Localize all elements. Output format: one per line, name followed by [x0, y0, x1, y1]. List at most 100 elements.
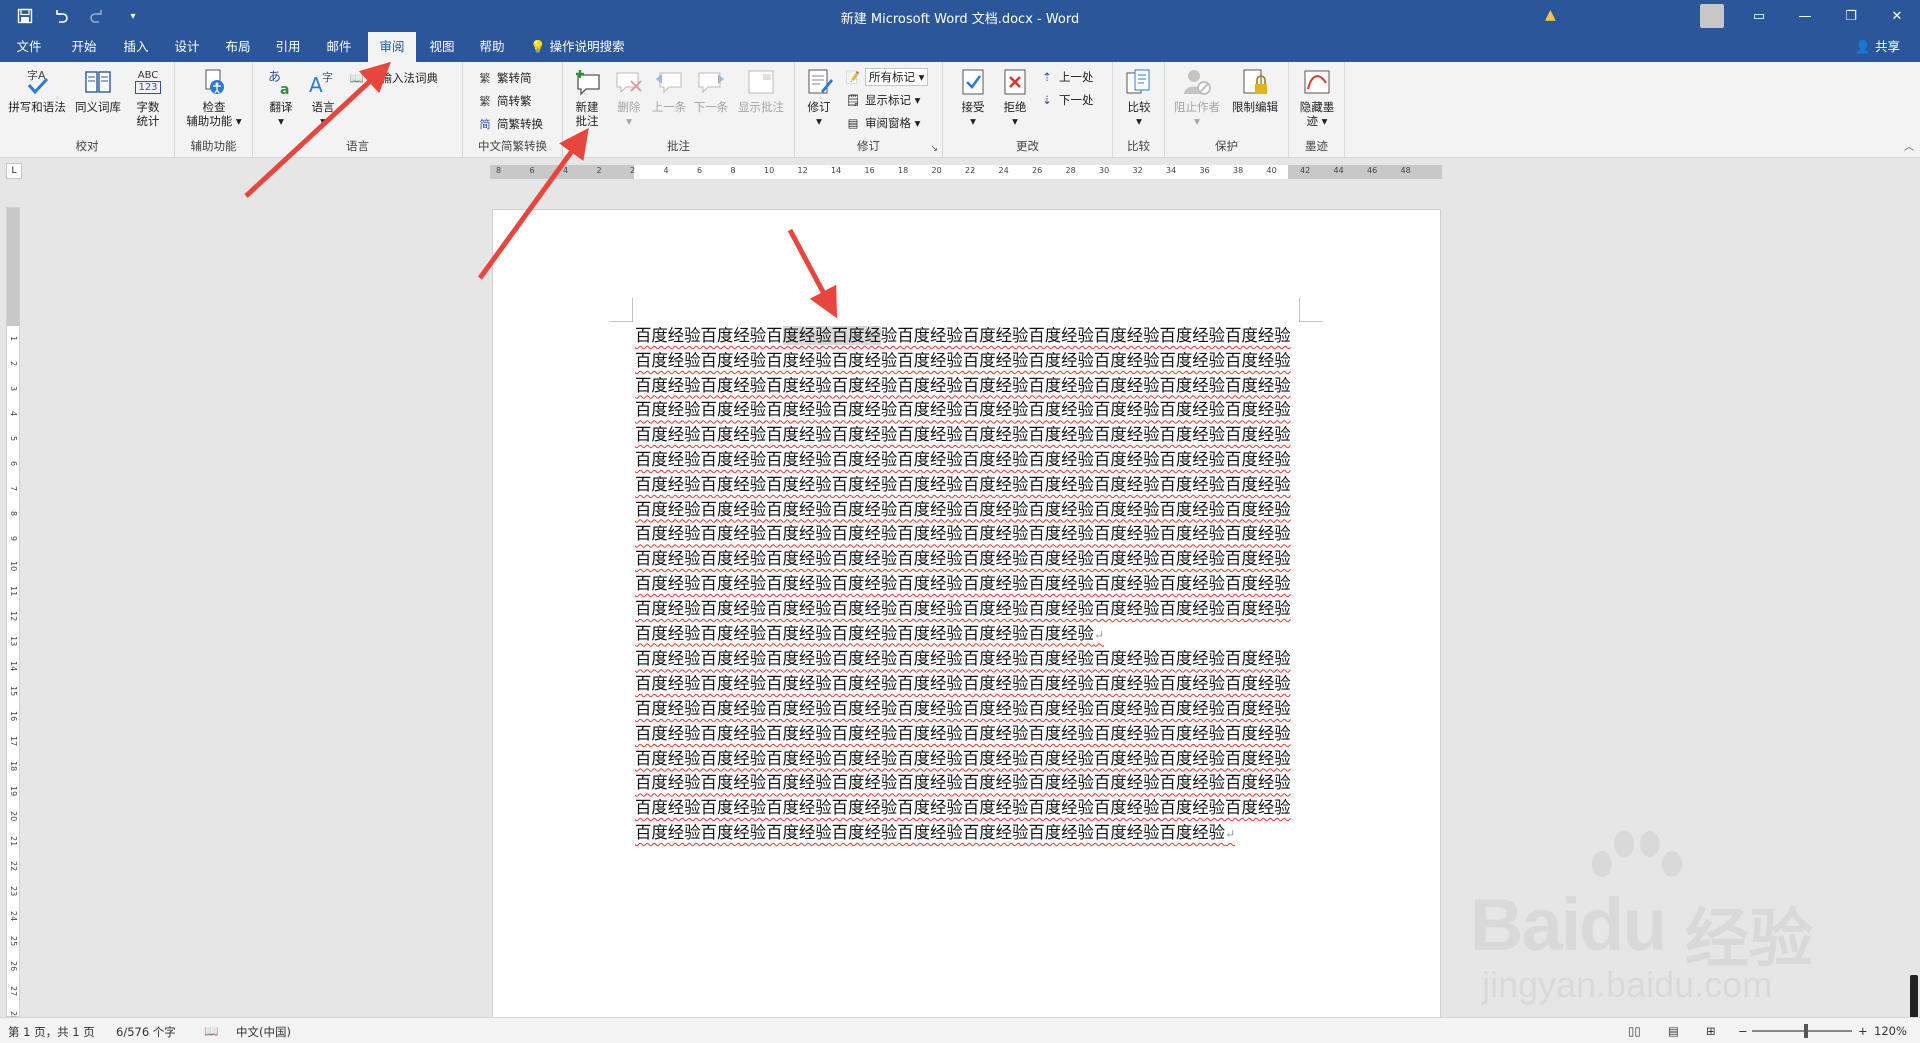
tab-mailings[interactable]: 邮件	[319, 32, 359, 62]
block-authors-icon	[1181, 66, 1213, 98]
close-icon[interactable]: ✕	[1874, 0, 1920, 32]
traditional-to-simplified-button[interactable]: 繁 繁转简	[477, 68, 532, 88]
tab-references[interactable]: 引用	[268, 32, 308, 62]
previous-change-icon: ⇡	[1042, 70, 1052, 84]
ruler-number: 1	[9, 336, 18, 342]
tab-design[interactable]: 设计	[167, 32, 207, 62]
paragraph-2[interactable]: 百度经验百度经验百度经验百度经验百度经验百度经验百度经验百度经验百度经验百度经验…	[635, 647, 1299, 846]
document-body[interactable]: 百度经验百度经验百度经验百度经验百度经验百度经验百度经验百度经验百度经验百度经验…	[635, 324, 1299, 847]
ruler-number: 22	[9, 861, 18, 872]
zoom-in-button[interactable]: +	[1858, 1024, 1868, 1038]
tab-review[interactable]: 审阅	[368, 32, 416, 62]
thesaurus-button[interactable]: 同义词库	[72, 66, 124, 114]
s2t-icon: 繁	[479, 95, 491, 108]
group-comments: 新建 批注 删除 ▾ 上一条 下一条 显示批注 批注	[563, 62, 795, 158]
zoom-level[interactable]: 120%	[1874, 1024, 1907, 1038]
paragraph-mark: ↵	[1225, 826, 1236, 841]
ime-dictionary-button[interactable]: 📖 新输入法词典	[349, 68, 438, 88]
horizontal-ruler[interactable]: 8 6 4 2 2 4 6 8 10 12 14 16 18 20 22 24 26 28 30 32 34 36 38 40…	[490, 165, 1442, 179]
tab-stop-icon[interactable]: L	[6, 163, 22, 179]
show-markup-button[interactable]: 🗒 显示标记 ▾	[845, 90, 921, 110]
word-count-button[interactable]: ABC 123 字数 统计	[128, 66, 168, 128]
group-label-tracking: 修订	[857, 139, 880, 153]
accept-button[interactable]: 接受 ▾	[953, 66, 993, 128]
proofing-status-icon[interactable]: 📖	[204, 1024, 218, 1038]
chinese-convert-button[interactable]: 简 简繁转换	[477, 114, 544, 134]
compare-button[interactable]: 比较 ▾	[1119, 66, 1159, 128]
paragraph-1[interactable]: 百度经验百度经验百度经验百度经验百度经验百度经验百度经验百度经验百度经验百度经验…	[635, 324, 1299, 647]
new-comment-button[interactable]: 新建 批注	[567, 66, 607, 128]
scrollbar-thumb[interactable]	[1910, 975, 1918, 1019]
hide-ink-button[interactable]: 隐藏墨 迹 ▾	[1295, 66, 1339, 128]
reject-button[interactable]: 拒绝 ▾	[995, 66, 1035, 128]
word-count[interactable]: 6/576 个字	[116, 1024, 176, 1040]
ruler-number: 44	[1333, 166, 1344, 175]
restore-icon[interactable]: ❐	[1828, 0, 1874, 32]
tab-home[interactable]: 开始	[64, 32, 104, 62]
spelling-grammar-button[interactable]: 字A 拼写和语法	[8, 66, 66, 114]
vertical-ruler[interactable]: 1 2 3 4 5 6 7 8 9 10 11 12 13 14 15 16 17 18 19 20 21 22 23 24 2…	[6, 207, 20, 1021]
simplified-to-traditional-button[interactable]: 繁 简转繁	[477, 91, 532, 111]
ruler-number: 3	[9, 386, 18, 392]
title-bar: ▾ 新建 Microsoft Word 文档.docx - Word ▲ ▭ —…	[0, 0, 1920, 32]
t2s-icon: 繁	[479, 72, 491, 85]
previous-change-button[interactable]: ⇡ 上一处	[1039, 67, 1093, 87]
vertical-scrollbar[interactable]	[1906, 185, 1920, 1019]
read-mode-icon[interactable]: ▯▯	[1628, 1024, 1641, 1038]
tab-help[interactable]: 帮助	[472, 32, 512, 62]
ruler-number: 16	[864, 166, 875, 175]
markup-icon: 📝	[845, 70, 861, 84]
translate-button[interactable]: あa 翻译 ▾	[261, 66, 301, 128]
ruler-number: 36	[1199, 166, 1210, 175]
show-comments-button[interactable]: 显示批注	[735, 66, 787, 114]
zoom-slider[interactable]	[1752, 1030, 1852, 1032]
previous-comment-button[interactable]: 上一条	[649, 66, 689, 114]
status-bar: 第 1 页，共 1 页 6/576 个字 📖 中文(中国) ▯▯ ▤ ⊞ − +…	[0, 1017, 1920, 1043]
delete-comment-button[interactable]: 删除 ▾	[609, 66, 649, 128]
tell-me-search[interactable]: 💡 操作说明搜索	[530, 32, 625, 62]
tab-insert[interactable]: 插入	[116, 32, 156, 62]
ruler-number: 42	[1300, 166, 1311, 175]
language-button[interactable]: A字 语言 ▾	[303, 66, 343, 128]
svg-text:字A: 字A	[27, 68, 46, 82]
dictionary-icon: 📖	[349, 71, 365, 85]
ruler-number: 14	[9, 661, 18, 672]
check-accessibility-button[interactable]: 检查 辅助功能 ▾	[183, 66, 245, 128]
group-changes: 接受 ▾ 拒绝 ▾ ⇡ 上一处 ⇣ 下一处 更改	[943, 62, 1113, 158]
page-count[interactable]: 第 1 页，共 1 页	[8, 1024, 95, 1040]
restrict-editing-button[interactable]: 限制编辑	[1227, 66, 1283, 114]
translate-icon: あa	[265, 66, 297, 98]
print-layout-icon[interactable]: ▤	[1668, 1024, 1679, 1038]
share-button[interactable]: 👤 共享	[1855, 32, 1900, 62]
group-label-accessibility: 辅助功能	[190, 139, 237, 153]
markup-select[interactable]: 📝 所有标记 ▾	[845, 67, 929, 87]
paragraph-mark: ↵	[1093, 627, 1104, 642]
track-changes-button[interactable]: 修订 ▾	[799, 66, 839, 128]
ruler-number: 28	[1065, 166, 1076, 175]
next-comment-button[interactable]: 下一条	[691, 66, 731, 114]
zoom-out-button[interactable]: −	[1738, 1024, 1748, 1038]
language-status[interactable]: 中文(中国)	[236, 1024, 291, 1040]
web-layout-icon[interactable]: ⊞	[1706, 1024, 1716, 1038]
reviewing-pane-button[interactable]: ▤ 审阅窗格 ▾	[845, 113, 921, 133]
ruler-number: 12	[9, 611, 18, 622]
zoom-slider-thumb[interactable]	[1804, 1024, 1808, 1038]
warning-icon[interactable]: ▲	[1545, 7, 1556, 23]
ruler-number: 48	[1400, 166, 1411, 175]
collapse-ribbon-icon[interactable]: ︿	[1904, 138, 1914, 153]
minimize-icon[interactable]: —	[1782, 0, 1828, 32]
block-authors-button[interactable]: 阻止作者 ▾	[1169, 66, 1225, 128]
tab-layout[interactable]: 布局	[218, 32, 258, 62]
ruler-number: 38	[1233, 166, 1244, 175]
dialog-launcher-icon[interactable]: ↘	[930, 144, 938, 154]
ruler-number: 2	[596, 166, 602, 175]
tab-view[interactable]: 视图	[422, 32, 462, 62]
group-label-chinese: 中文简繁转换	[478, 139, 547, 153]
ruler-number: 8	[730, 166, 736, 175]
tab-file[interactable]: 文件	[10, 32, 48, 62]
document-page[interactable]: 百度经验百度经验百度经验百度经验百度经验百度经验百度经验百度经验百度经验百度经验…	[492, 209, 1441, 1019]
ruler-number: 6	[529, 166, 535, 175]
ribbon-display-icon[interactable]: ▭	[1736, 0, 1782, 32]
avatar[interactable]	[1700, 4, 1724, 28]
next-change-button[interactable]: ⇣ 下一处	[1039, 90, 1093, 110]
